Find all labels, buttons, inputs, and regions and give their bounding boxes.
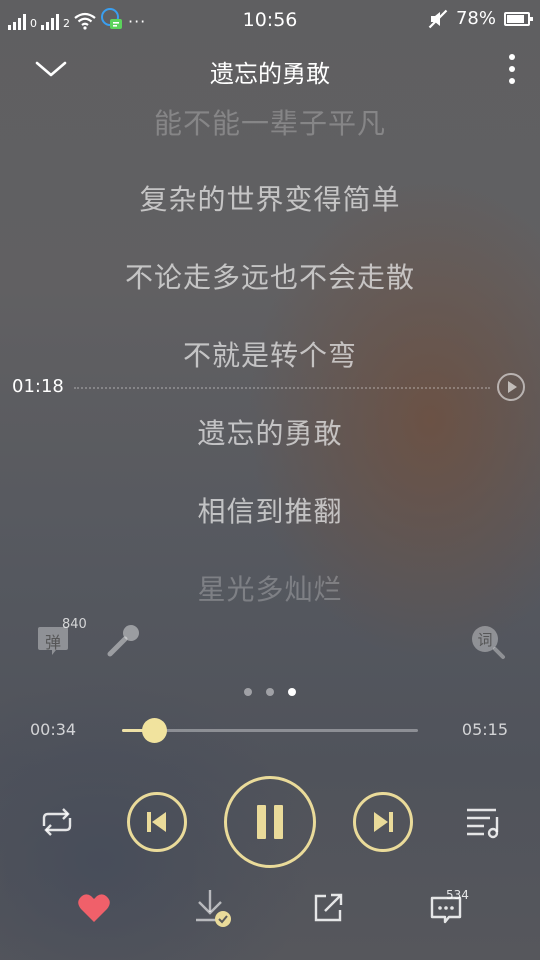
- lyric-line: 复杂的世界变得简单: [139, 183, 401, 216]
- song-title: 遗忘的勇敢: [210, 60, 330, 88]
- previous-icon: [147, 812, 166, 832]
- next-track-button[interactable]: [353, 792, 413, 852]
- comment-count: 534: [446, 888, 469, 902]
- lyric-seek-guide: [74, 387, 490, 389]
- progress-track[interactable]: [122, 718, 418, 743]
- pause-button[interactable]: [224, 776, 316, 868]
- lyrics-panel[interactable]: 能不能一辈子平凡 复杂的世界变得简单 不论走多远也不会走散 不就是转个弯 遗忘的…: [0, 100, 540, 610]
- status-bar-right: 78%: [428, 8, 533, 29]
- lyric-line: 能不能一辈子平凡: [153, 107, 386, 140]
- previous-track-button[interactable]: [127, 792, 187, 852]
- more-options-icon[interactable]: [508, 54, 516, 84]
- danmu-count: 840: [62, 617, 87, 632]
- battery-percent: 78%: [455, 8, 496, 29]
- like-button[interactable]: [72, 886, 116, 930]
- lyric-line: 相信到推翻: [197, 495, 343, 528]
- playback-progress: 00:34 05:15: [0, 714, 540, 748]
- battery-icon: [504, 11, 533, 26]
- status-bar: 0 2 ··· 10:56 78%: [0, 0, 540, 40]
- next-icon: [374, 812, 393, 832]
- mute-icon: [428, 9, 448, 28]
- lyric-line: 遗忘的勇敢: [197, 417, 343, 450]
- danmu-label: 弹: [44, 633, 61, 652]
- page-dot[interactable]: [266, 688, 274, 696]
- lyrics-search-button[interactable]: 词: [470, 624, 506, 660]
- page-dot[interactable]: [288, 688, 296, 696]
- lyric-line: 不论走多远也不会走散: [124, 261, 415, 294]
- repeat-icon: [42, 808, 72, 836]
- repeat-mode-button[interactable]: [36, 802, 78, 842]
- current-time: 00:34: [30, 720, 77, 739]
- playlist-button[interactable]: [464, 802, 504, 842]
- progress-thumb[interactable]: [141, 718, 167, 743]
- share-icon: [314, 893, 343, 922]
- playback-controls: [0, 776, 540, 868]
- playlist-icon: [467, 808, 499, 839]
- total-time: 05:15: [461, 720, 508, 739]
- share-button[interactable]: [306, 886, 350, 930]
- lyrics-search-label: 词: [477, 631, 493, 649]
- heart-icon: [78, 894, 110, 922]
- player-header: 遗忘的勇敢: [0, 48, 540, 92]
- bottom-action-bar: 534: [0, 880, 540, 940]
- lyric-line: 不就是转个弯: [182, 339, 357, 372]
- download-button[interactable]: [190, 886, 234, 930]
- page-dot[interactable]: [244, 688, 252, 696]
- pause-icon: [257, 805, 283, 839]
- tools-row: 弹 840 词: [0, 616, 540, 666]
- page-indicator: [0, 688, 540, 696]
- play-from-line-icon[interactable]: [496, 372, 526, 402]
- downloaded-icon: [196, 890, 231, 927]
- microphone-icon[interactable]: [104, 622, 142, 660]
- lyric-seek-time: 01:18: [12, 376, 64, 397]
- lyric-seek-line: 01:18: [0, 372, 540, 402]
- lyric-line: 星光多灿烂: [197, 573, 343, 606]
